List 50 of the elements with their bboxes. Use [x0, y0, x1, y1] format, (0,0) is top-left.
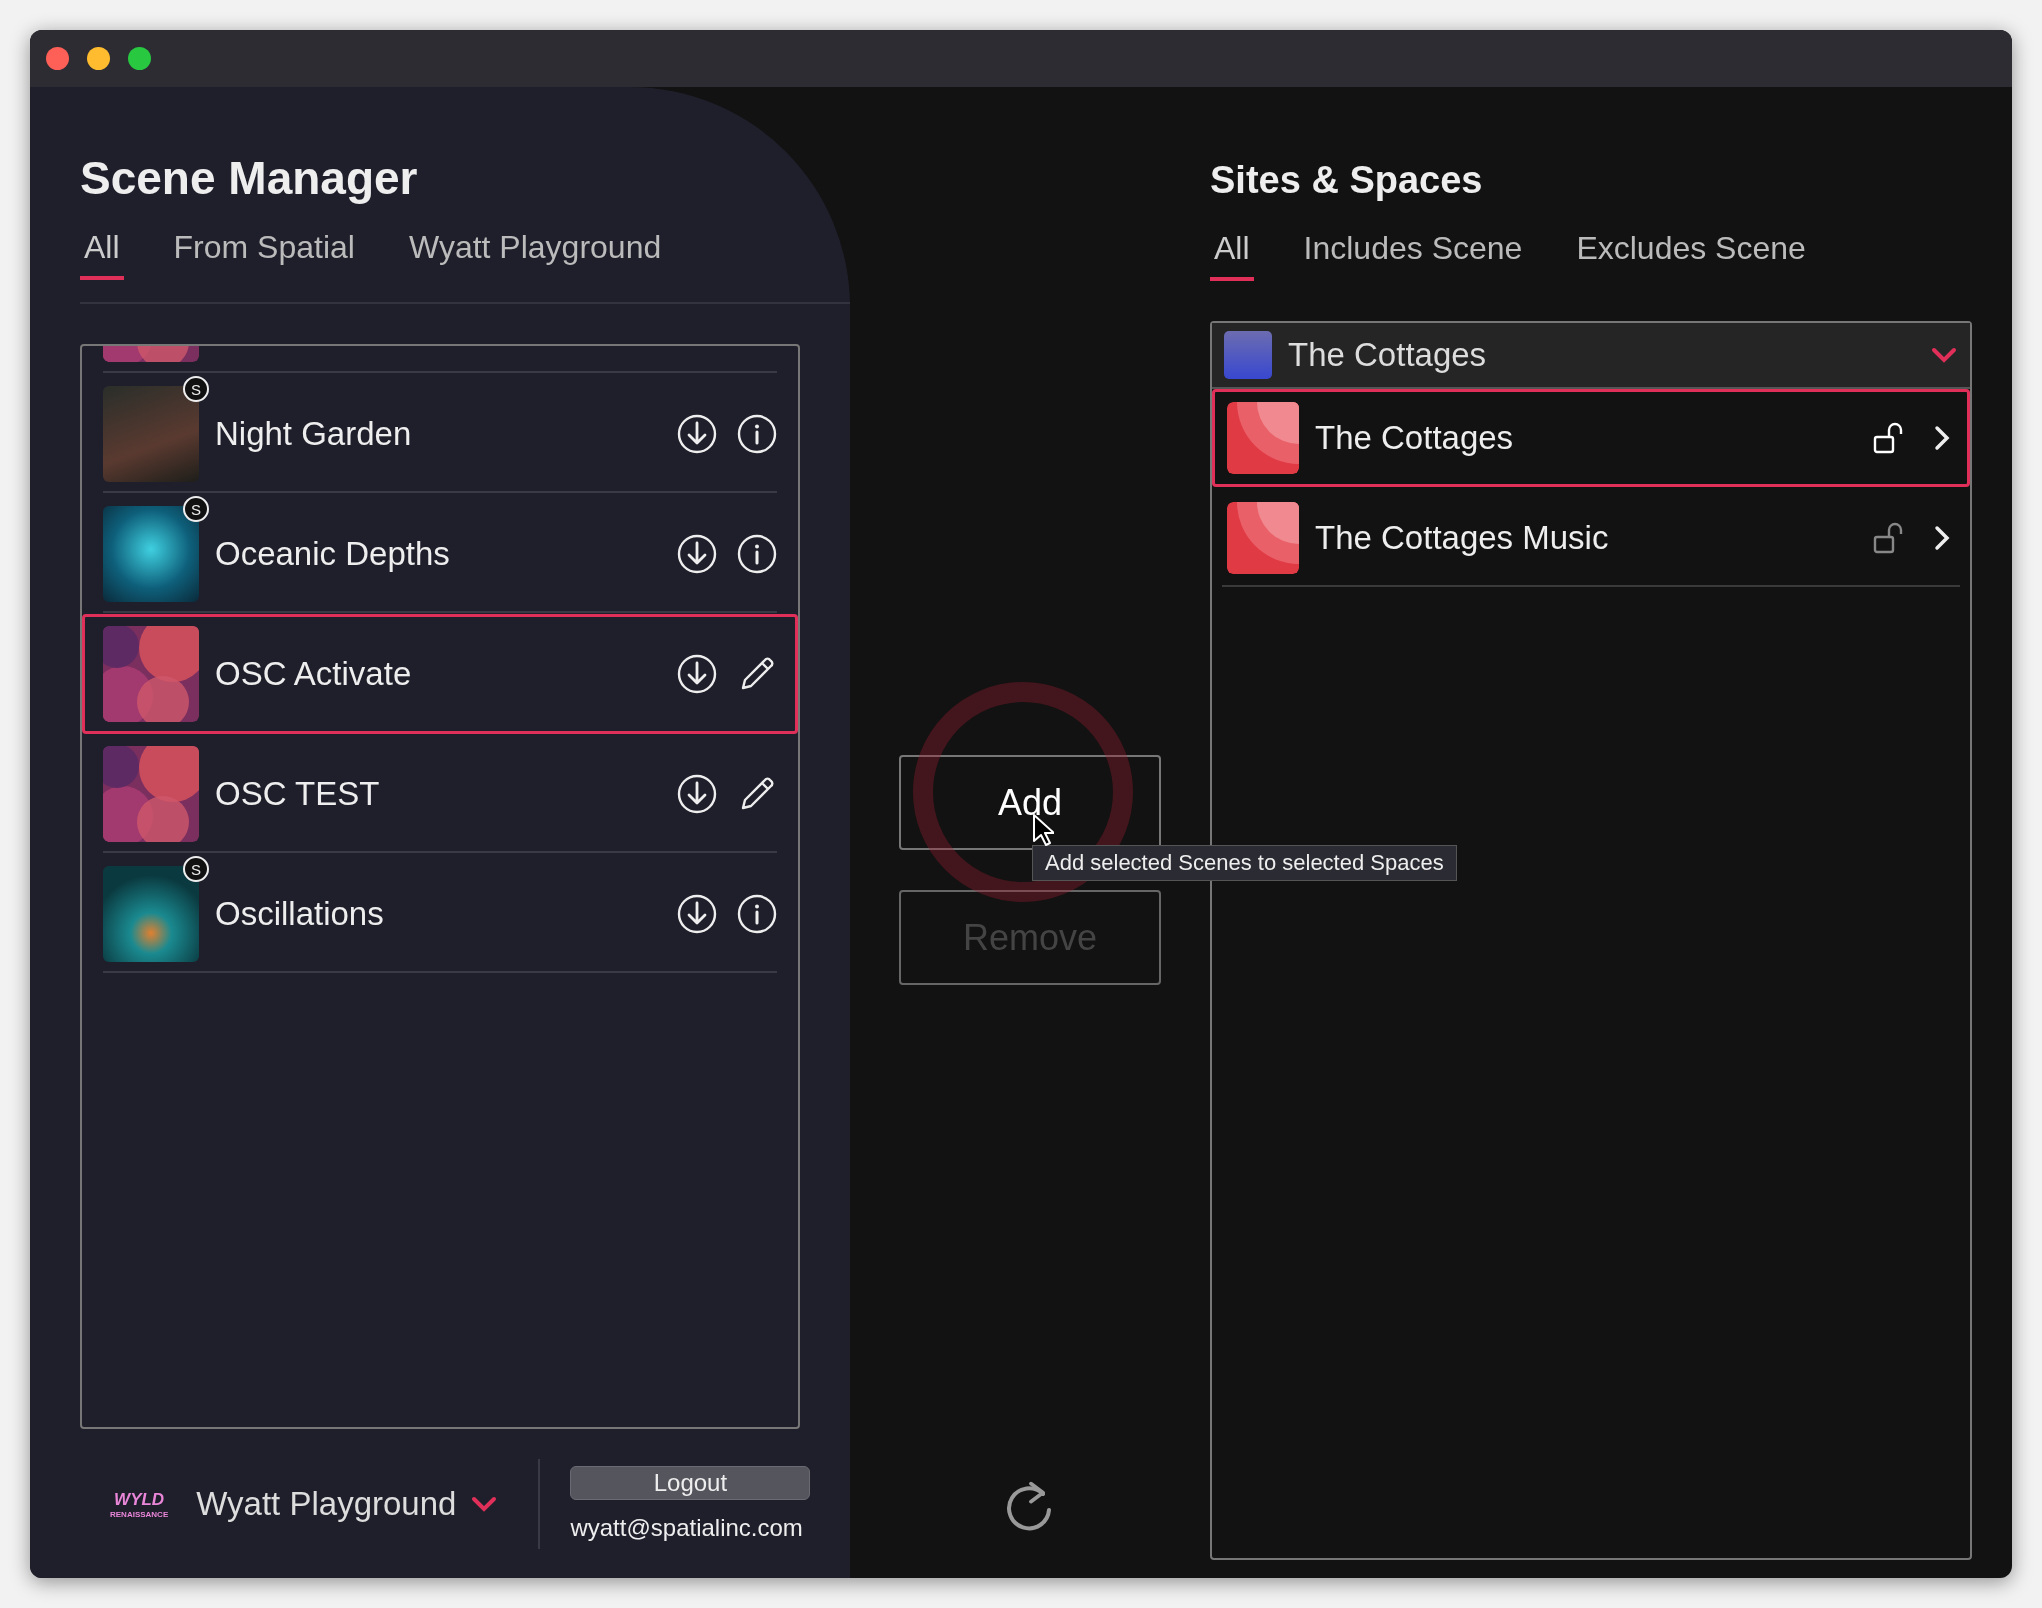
panel-title: Scene Manager [80, 151, 419, 205]
filter-tab[interactable]: All [80, 229, 124, 280]
chevron-down-icon [470, 1495, 499, 1513]
site-name: The Cottages [1288, 336, 1488, 374]
filter-tab[interactable]: Includes Scene [1299, 230, 1527, 281]
filter-tab[interactable]: All [1210, 230, 1254, 281]
download-icon[interactable] [677, 654, 717, 694]
info-icon[interactable] [737, 414, 777, 454]
space-name: The Cottages [1315, 419, 1515, 457]
chevron-right-icon[interactable] [1933, 523, 1951, 552]
space-thumbnail [1227, 402, 1299, 474]
cursor-icon [1032, 813, 1054, 847]
filter-tab[interactable]: From Spatial [169, 229, 359, 280]
download-icon[interactable] [677, 894, 717, 934]
info-icon[interactable] [737, 894, 777, 934]
logout-button[interactable]: Logout [570, 1466, 811, 1500]
chevron-right-icon[interactable] [1933, 424, 1951, 452]
filter-tab[interactable]: Excludes Scene [1572, 230, 1810, 281]
site-thumbnail [1224, 331, 1272, 379]
shared-badge: S [183, 496, 209, 522]
download-icon[interactable] [677, 774, 717, 814]
zoom-button[interactable] [128, 47, 151, 70]
info-icon[interactable] [737, 534, 777, 574]
scene-name: Oscillations [215, 895, 385, 933]
site-header[interactable]: The Cottages [1212, 323, 1970, 389]
space-list-item[interactable]: The Cottages [1212, 389, 1970, 487]
scene-name: OSC TEST [215, 775, 381, 813]
panel-title: Sites & Spaces [1210, 159, 1484, 202]
scene-name: OSC Activate [215, 655, 413, 693]
shared-badge: S [183, 376, 209, 402]
scene-name: Oceanic Depths [215, 535, 451, 573]
scene-list-item[interactable]: S Night Garden [82, 374, 798, 494]
tooltip: Add selected Scenes to selected Spaces [1032, 845, 1457, 881]
space-name: The Cottages Music [1315, 518, 1610, 557]
shared-badge: S [183, 856, 209, 882]
scene-list-item[interactable]: S Oscillations [82, 854, 798, 974]
filter-tab[interactable]: Wyatt Playground [404, 229, 666, 280]
minimize-button[interactable] [87, 47, 110, 70]
download-icon[interactable] [677, 534, 717, 574]
brand-logo: WYLD RENAISSANCE [110, 1489, 169, 1519]
download-icon[interactable] [677, 414, 717, 454]
space-list-item[interactable]: The Cottages Music [1212, 487, 1970, 585]
account-email: wyatt@spatialinc.com [570, 1514, 804, 1542]
scene-list-item[interactable]: OSC TEST [82, 734, 798, 854]
scene-list-item[interactable]: OSC Activate [82, 614, 798, 734]
chevron-down-icon [1930, 346, 1958, 364]
scene-name: Night Garden [215, 415, 413, 453]
workspace-dropdown[interactable]: Wyatt Playground [196, 1485, 499, 1523]
close-button[interactable] [46, 47, 69, 70]
scene-list-item[interactable]: S Oceanic Depths [82, 494, 798, 614]
